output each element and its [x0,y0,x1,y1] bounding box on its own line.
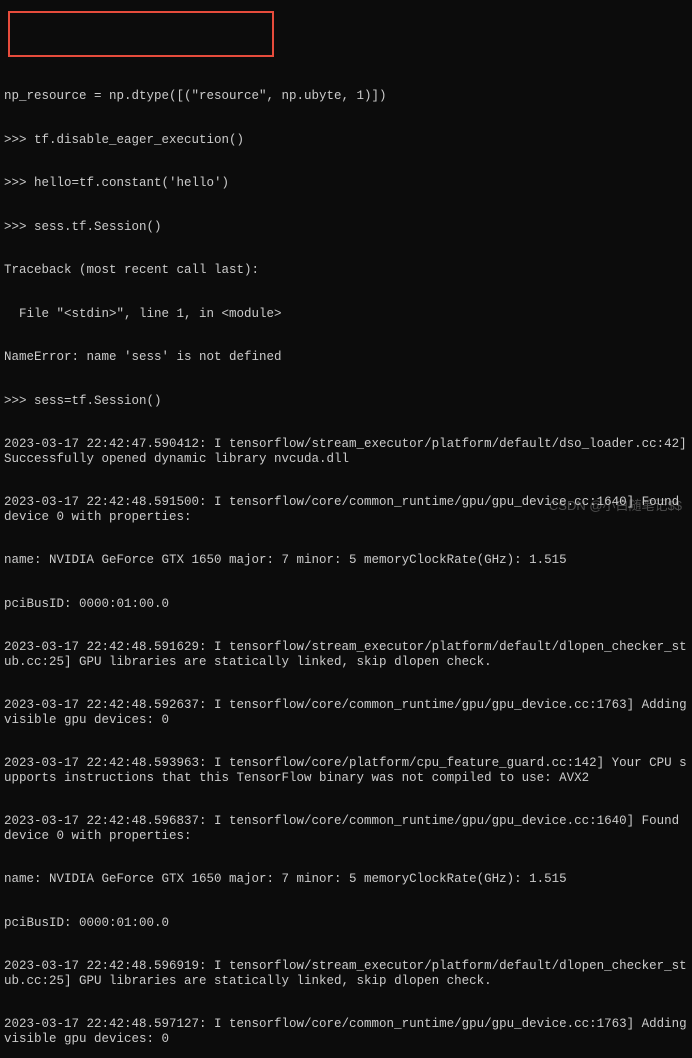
log-line: 2023-03-17 22:42:48.597127: I tensorflow… [4,1017,688,1046]
log-line: pciBusID: 0000:01:00.0 [4,597,688,612]
log-line: >>> sess=tf.Session() [4,394,688,409]
annotation-highlight-box [8,11,274,57]
log-line: name: NVIDIA GeForce GTX 1650 major: 7 m… [4,872,688,887]
log-line: np_resource = np.dtype([("resource", np.… [4,89,688,104]
log-line: 2023-03-17 22:42:48.592637: I tensorflow… [4,698,688,727]
terminal-output[interactable]: np_resource = np.dtype([("resource", np.… [4,60,688,1058]
log-line: name: NVIDIA GeForce GTX 1650 major: 7 m… [4,553,688,568]
log-line: File "<stdin>", line 1, in <module> [4,307,688,322]
log-line: 2023-03-17 22:42:48.591500: I tensorflow… [4,495,688,524]
log-line: 2023-03-17 22:42:48.593963: I tensorflow… [4,756,688,785]
log-line: 2023-03-17 22:42:48.596837: I tensorflow… [4,814,688,843]
log-line: 2023-03-17 22:42:48.591629: I tensorflow… [4,640,688,669]
log-line: NameError: name 'sess' is not defined [4,350,688,365]
log-line: >>> tf.disable_eager_execution() [4,133,688,148]
log-line: 2023-03-17 22:42:48.596919: I tensorflow… [4,959,688,988]
log-line: Traceback (most recent call last): [4,263,688,278]
log-line: 2023-03-17 22:42:47.590412: I tensorflow… [4,437,688,466]
log-line: >>> sess.tf.Session() [4,220,688,235]
log-line: pciBusID: 0000:01:00.0 [4,916,688,931]
log-line: >>> hello=tf.constant('hello') [4,176,688,191]
